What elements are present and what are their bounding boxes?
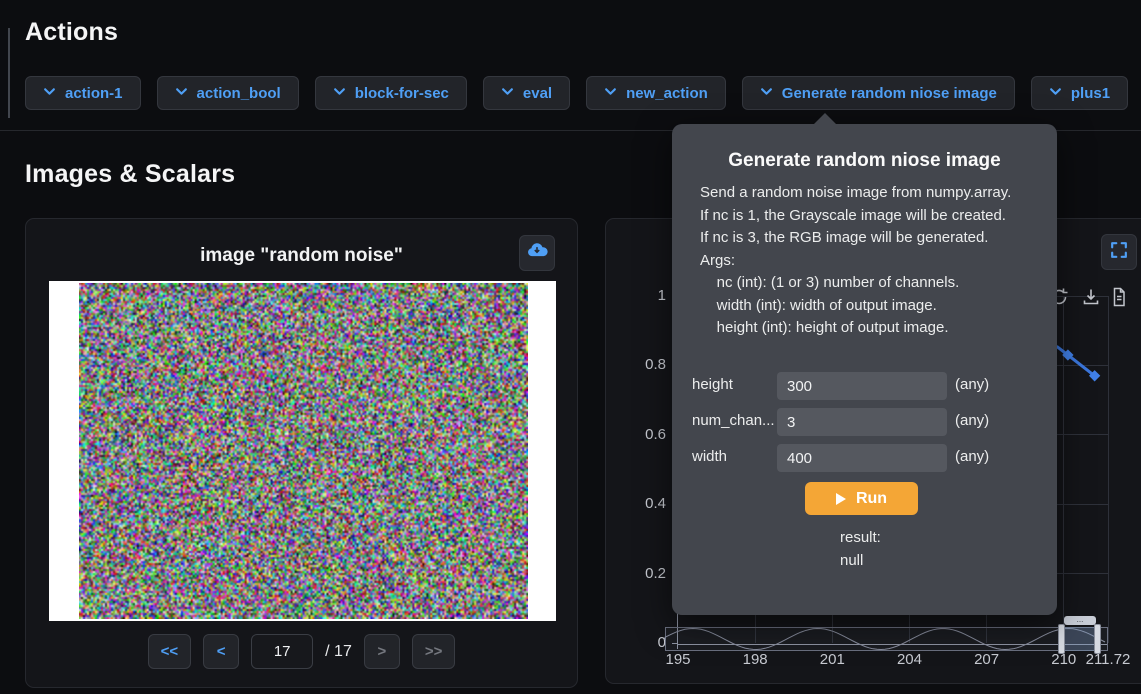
field-label: width <box>692 448 774 465</box>
action-dropdown-button[interactable]: Generate random niose image <box>742 76 1015 110</box>
field-type-hint: (any) <box>955 412 989 429</box>
action-button-label: eval <box>523 85 552 102</box>
random-noise-image <box>79 283 528 619</box>
chart-fullscreen-button[interactable] <box>1101 234 1137 270</box>
fullscreen-icon <box>1109 240 1129 265</box>
image-pagination: << < / 17 > >> <box>26 634 577 669</box>
field-value-input[interactable] <box>777 408 947 436</box>
action-dropdown-button[interactable]: block-for-sec <box>315 76 467 110</box>
result-value: null <box>840 549 881 572</box>
result-label: result: <box>840 526 881 549</box>
action-dropdown-button[interactable]: plus1 <box>1031 76 1128 110</box>
action-button-label: plus1 <box>1071 85 1110 102</box>
action-dropdown-button[interactable]: eval <box>483 76 570 110</box>
image-download-button[interactable] <box>519 235 555 271</box>
cloud-download-icon <box>526 240 548 267</box>
action-button-label: action-1 <box>65 85 123 102</box>
first-page-button[interactable]: << <box>148 634 192 669</box>
image-card: image "random noise" << < / 17 > >> <box>25 218 578 688</box>
popup-title: Generate random niose image <box>672 150 1057 172</box>
action-buttons-row: action-1 action_bool block-for-sec eval … <box>25 76 1141 110</box>
next-page-button[interactable]: > <box>364 634 400 669</box>
prev-page-button[interactable]: < <box>203 634 239 669</box>
chevron-down-icon <box>604 85 617 102</box>
actions-section-title: Actions <box>25 18 118 47</box>
action-button-label: action_bool <box>197 85 281 102</box>
field-label: height <box>692 376 774 393</box>
popup-field-row: width (any) <box>672 444 1057 472</box>
chevron-down-icon <box>501 85 514 102</box>
images-section-title: Images & Scalars <box>25 160 235 189</box>
image-card-title: image "random noise" <box>26 245 577 267</box>
popup-result: result: null <box>840 526 881 572</box>
run-button[interactable]: Run <box>805 482 918 515</box>
action-button-label: block-for-sec <box>355 85 449 102</box>
page-total-label: / 17 <box>325 643 352 661</box>
popup-field-row: num_chan... (any) <box>672 408 1057 436</box>
last-page-button[interactable]: >> <box>412 634 456 669</box>
field-type-hint: (any) <box>955 448 989 465</box>
page-number-input[interactable] <box>251 634 313 669</box>
dashboard-page: Actions action-1 action_bool block-for-s… <box>0 0 1141 694</box>
play-icon <box>836 493 846 505</box>
popup-field-row: height (any) <box>672 372 1057 400</box>
action-dropdown-button[interactable]: action_bool <box>157 76 299 110</box>
chevron-down-icon <box>760 85 773 102</box>
action-dropdown-button[interactable]: action-1 <box>25 76 141 110</box>
field-value-input[interactable] <box>777 372 947 400</box>
noise-image-frame <box>49 281 556 621</box>
field-label: num_chan... <box>692 412 774 429</box>
action-dropdown-button[interactable]: new_action <box>586 76 726 110</box>
data-view-icon[interactable] <box>1108 286 1130 308</box>
chevron-down-icon <box>43 85 56 102</box>
popup-arrow <box>814 113 836 124</box>
chevron-down-icon <box>175 85 188 102</box>
chevron-down-icon <box>1049 85 1062 102</box>
download-icon[interactable] <box>1080 286 1102 308</box>
scrollbar-thumb[interactable] <box>8 28 10 118</box>
action-button-label: Generate random niose image <box>782 85 997 102</box>
popup-description: Send a random noise image from numpy.arr… <box>700 182 1040 340</box>
action-button-label: new_action <box>626 85 708 102</box>
chevron-down-icon <box>333 85 346 102</box>
field-type-hint: (any) <box>955 376 989 393</box>
action-run-popup: Generate random niose image Send a rando… <box>672 124 1057 615</box>
field-value-input[interactable] <box>777 444 947 472</box>
run-button-label: Run <box>856 490 887 508</box>
